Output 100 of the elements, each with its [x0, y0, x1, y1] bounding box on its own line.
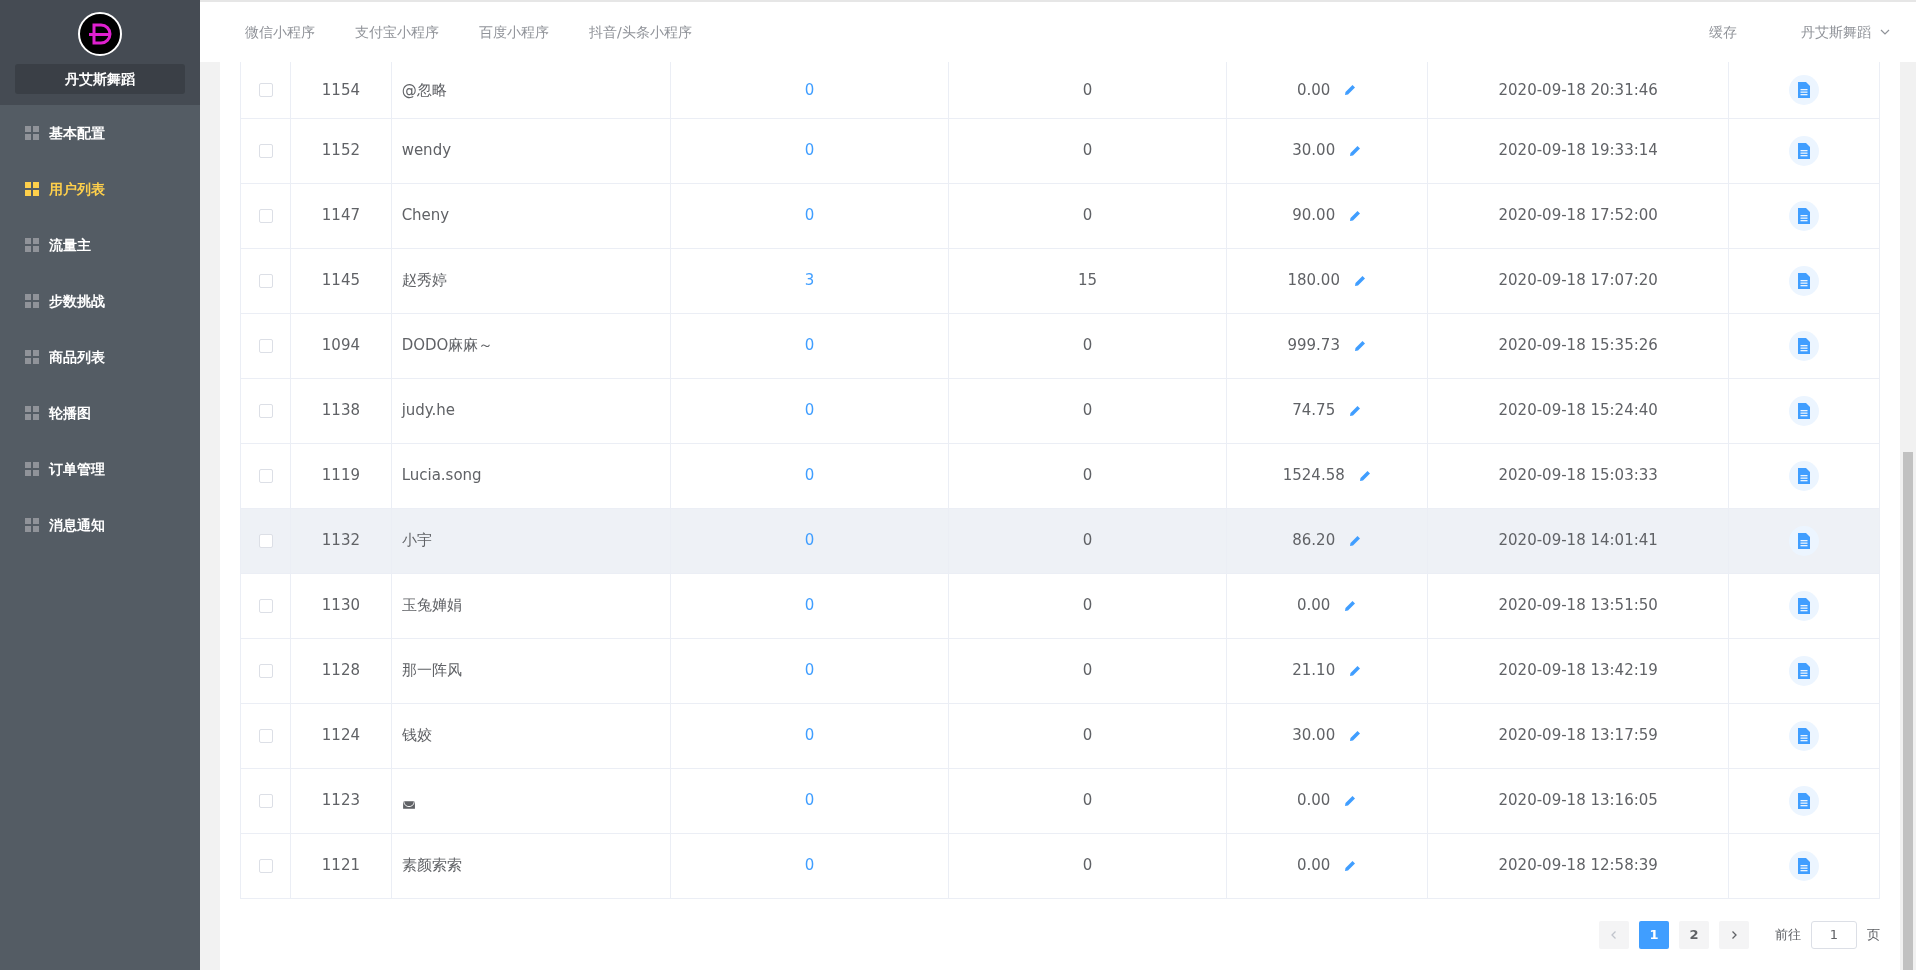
row-checkbox[interactable]: [258, 468, 273, 483]
pencil-icon[interactable]: [1352, 273, 1367, 288]
menu-item[interactable]: 基本配置: [0, 105, 200, 161]
menu-item[interactable]: 流量主: [0, 217, 200, 273]
table-cell: 1145: [290, 248, 392, 313]
table-cell: 2020-09-18 15:35:26: [1427, 313, 1729, 378]
table-cell: 0: [948, 703, 1227, 768]
page-button[interactable]: 1: [1639, 920, 1669, 949]
pencil-icon[interactable]: [1352, 338, 1367, 353]
menu-item[interactable]: 用户列表: [0, 161, 200, 217]
grid-icon: [25, 126, 39, 140]
menu-item[interactable]: 轮播图: [0, 385, 200, 441]
count-link[interactable]: 0: [804, 661, 815, 680]
amount-text: 86.20: [1292, 531, 1336, 550]
table-cell: Cheny: [391, 183, 671, 248]
menu-item[interactable]: 订单管理: [0, 441, 200, 497]
next-page-button[interactable]: [1719, 920, 1749, 949]
grid-icon: [25, 518, 39, 532]
row-checkbox[interactable]: [258, 143, 273, 158]
table-cell: 1138: [290, 378, 392, 443]
document-button[interactable]: [1789, 74, 1820, 105]
row-checkbox[interactable]: [258, 663, 273, 678]
document-button[interactable]: [1789, 525, 1820, 556]
count-link[interactable]: 0: [804, 791, 815, 810]
pencil-icon[interactable]: [1347, 403, 1362, 418]
row-checkbox[interactable]: [258, 208, 273, 223]
pencil-icon[interactable]: [1343, 858, 1358, 873]
count-link[interactable]: 0: [804, 141, 815, 160]
table-cell: 2020-09-18 17:07:20: [1427, 248, 1729, 313]
count-link[interactable]: 0: [804, 596, 815, 615]
header-tab[interactable]: 支付宝小程序: [335, 21, 459, 43]
amount-text: 74.75: [1292, 401, 1336, 420]
count-link[interactable]: 0: [804, 206, 815, 225]
table-cell: 2020-09-18 13:16:05: [1427, 768, 1729, 833]
pencil-icon[interactable]: [1347, 663, 1362, 678]
document-button[interactable]: [1789, 460, 1820, 491]
table-cell: @忽略: [391, 62, 671, 118]
table-cell: 0: [948, 508, 1227, 573]
row-checkbox[interactable]: [258, 338, 273, 353]
row-checkbox[interactable]: [258, 728, 273, 743]
user-dropdown[interactable]: 丹艾斯舞蹈: [1781, 21, 1891, 43]
table-cell: 0: [948, 313, 1227, 378]
table-cell: 1152: [290, 118, 392, 183]
document-button[interactable]: [1789, 135, 1820, 166]
document-button[interactable]: [1789, 330, 1820, 361]
count-link[interactable]: 0: [804, 336, 815, 355]
page-button[interactable]: 2: [1679, 920, 1709, 949]
document-button[interactable]: [1789, 720, 1820, 751]
page-input[interactable]: 1: [1811, 920, 1857, 949]
menu-item[interactable]: 商品列表: [0, 329, 200, 385]
menu-item[interactable]: 消息通知: [0, 497, 200, 553]
row-checkbox[interactable]: [258, 598, 273, 613]
pencil-icon[interactable]: [1347, 533, 1362, 548]
count-link[interactable]: 0: [804, 856, 815, 875]
amount-text: 0.00: [1297, 596, 1331, 615]
document-button[interactable]: [1789, 395, 1820, 426]
header-tab[interactable]: 微信小程序: [225, 21, 335, 43]
pencil-icon[interactable]: [1347, 728, 1362, 743]
document-icon: [1797, 142, 1812, 159]
header-tab[interactable]: 抖音/头条小程序: [569, 21, 712, 43]
row-checkbox[interactable]: [258, 533, 273, 548]
document-icon: [1797, 467, 1812, 484]
count-link[interactable]: 0: [804, 80, 815, 99]
amount-text: 180.00: [1287, 271, 1340, 290]
pencil-icon[interactable]: [1357, 468, 1372, 483]
grid-icon: [25, 350, 39, 364]
scrollbar-thumb[interactable]: [1903, 452, 1913, 970]
row-checkbox[interactable]: [258, 403, 273, 418]
table-cell: 1123: [290, 768, 392, 833]
pencil-icon[interactable]: [1347, 208, 1362, 223]
document-icon: [1797, 207, 1812, 224]
menu-item[interactable]: 步数挑战: [0, 273, 200, 329]
header-tab[interactable]: 百度小程序: [459, 21, 569, 43]
count-link[interactable]: 0: [804, 531, 815, 550]
pencil-icon[interactable]: [1347, 143, 1362, 158]
count-link[interactable]: 0: [804, 401, 815, 420]
row-checkbox[interactable]: [258, 273, 273, 288]
row-checkbox[interactable]: [258, 83, 273, 97]
document-button[interactable]: [1789, 265, 1820, 296]
count-link[interactable]: 3: [804, 271, 815, 290]
amount-text: 30.00: [1292, 141, 1336, 160]
document-button[interactable]: [1789, 590, 1820, 621]
pencil-icon[interactable]: [1343, 598, 1358, 613]
document-button[interactable]: [1789, 655, 1820, 686]
document-icon: [1797, 81, 1812, 98]
grid-icon: [25, 406, 39, 420]
table-cell: ◛: [391, 768, 671, 833]
amount-text: 30.00: [1292, 726, 1336, 745]
document-button[interactable]: [1789, 200, 1820, 231]
count-link[interactable]: 0: [804, 466, 815, 485]
count-link[interactable]: 0: [804, 726, 815, 745]
document-button[interactable]: [1789, 850, 1820, 881]
document-button[interactable]: [1789, 785, 1820, 816]
pencil-icon[interactable]: [1343, 83, 1358, 97]
row-checkbox[interactable]: [258, 793, 273, 808]
row-checkbox[interactable]: [258, 858, 273, 873]
table-cell: 2020-09-18 13:17:59: [1427, 703, 1729, 768]
cache-link[interactable]: 缓存: [1689, 21, 1757, 43]
document-icon: [1797, 337, 1812, 354]
pencil-icon[interactable]: [1343, 793, 1358, 808]
